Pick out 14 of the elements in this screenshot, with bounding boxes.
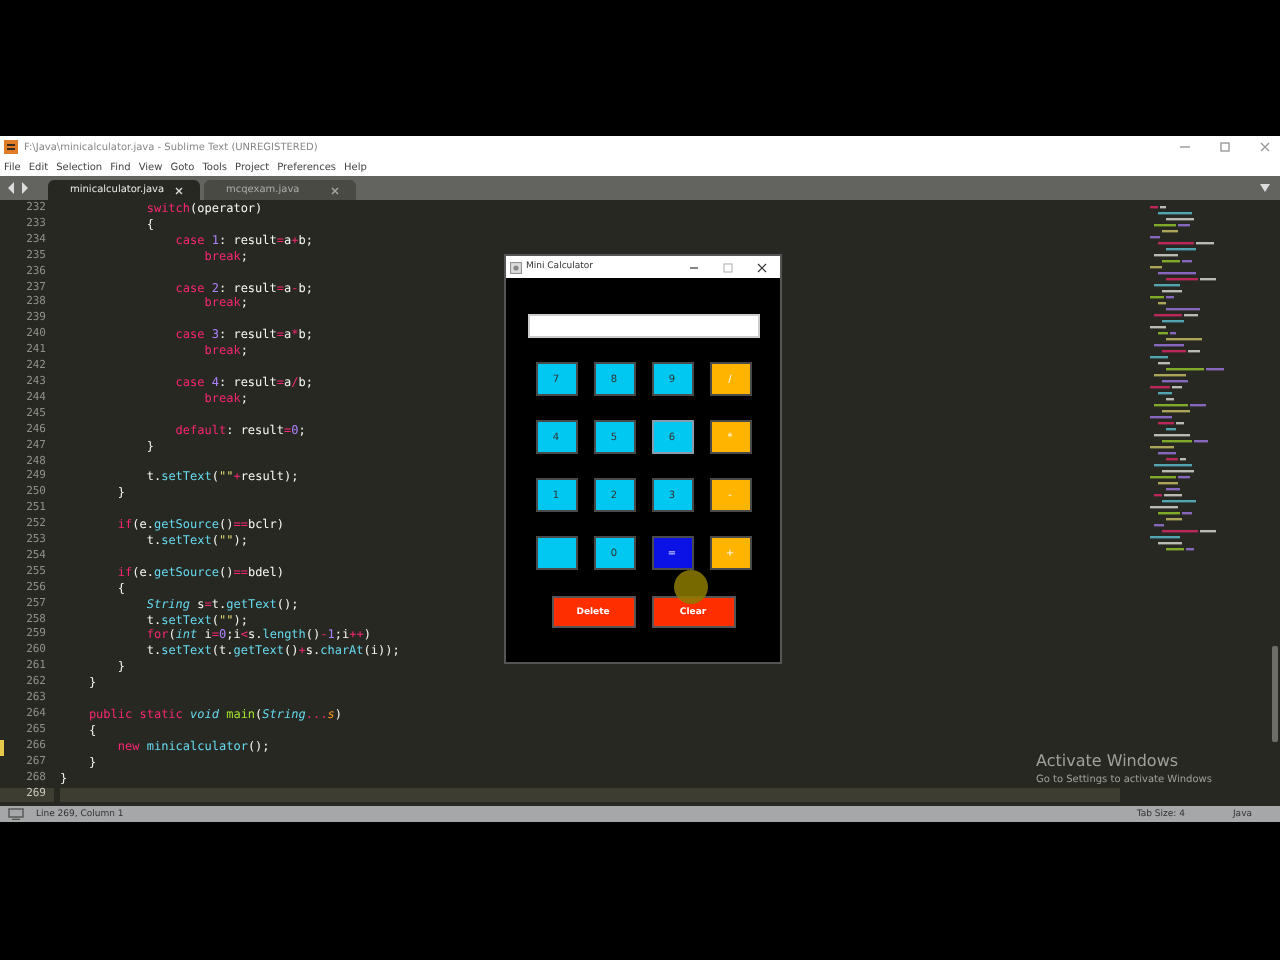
calculator-key[interactable] bbox=[535, 536, 577, 570]
maximize-icon[interactable] bbox=[1218, 140, 1232, 154]
activation-title: Activate Windows bbox=[1036, 752, 1181, 770]
java-app-icon bbox=[510, 261, 522, 273]
panel-toggle-icon[interactable] bbox=[8, 808, 24, 820]
minimize-icon[interactable] bbox=[688, 261, 700, 273]
close-icon[interactable] bbox=[756, 261, 768, 273]
dropdown-icon[interactable] bbox=[1260, 184, 1270, 192]
display-field[interactable] bbox=[527, 314, 759, 338]
tab-scroll-arrows-icon[interactable] bbox=[8, 182, 28, 194]
cursor-highlight-icon bbox=[674, 570, 708, 604]
app-icon bbox=[4, 140, 18, 154]
scrollbar-thumb[interactable] bbox=[1272, 646, 1278, 742]
maximize-icon bbox=[722, 261, 734, 273]
